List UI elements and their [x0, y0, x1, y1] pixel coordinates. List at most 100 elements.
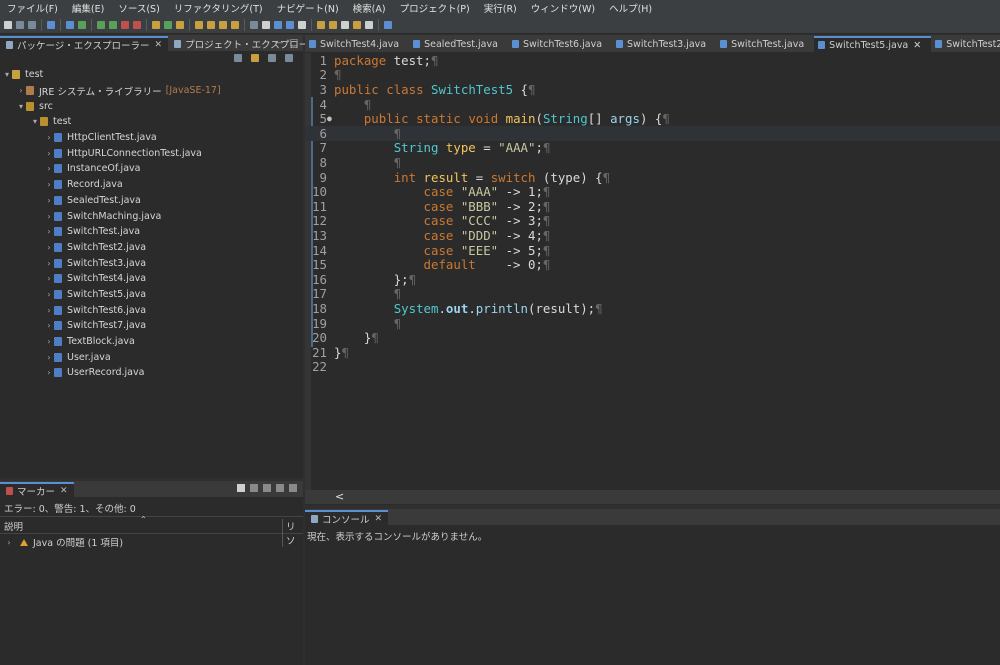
maximize-icon[interactable]: □ — [289, 38, 298, 48]
tree-item-package[interactable]: ▾ test — [0, 114, 303, 130]
new-class-icon[interactable] — [176, 20, 184, 29]
chevron-right-icon[interactable]: › — [16, 86, 26, 95]
run-icon[interactable] — [109, 20, 117, 29]
editor-tab[interactable]: SwitchTest2.java — [931, 36, 1000, 52]
code-area[interactable]: 1 package test;¶ 2 ¶ 3 public class Swit… — [305, 53, 1000, 490]
last-edit-icon[interactable] — [341, 20, 349, 29]
menu-help[interactable]: ヘルプ(H) — [602, 1, 659, 15]
tab-console[interactable]: コンソール ✕ — [305, 510, 389, 526]
save-icon[interactable] — [16, 20, 24, 29]
horizontal-scrollbar[interactable]: < — [305, 490, 1000, 504]
search-icon[interactable] — [219, 20, 227, 29]
tab-package-explorer[interactable]: パッケージ・エクスプローラー ✕ — [0, 36, 169, 52]
link-editor-icon[interactable] — [251, 54, 259, 62]
markers-row[interactable]: › Java の問題 (1 項目) — [4, 535, 123, 550]
chevron-right-icon[interactable]: › — [44, 274, 54, 283]
back-icon[interactable] — [353, 20, 361, 29]
external-tools-icon[interactable] — [133, 20, 141, 29]
tree-item-project[interactable]: ▾ test — [0, 67, 303, 83]
chevron-right-icon[interactable]: › — [44, 259, 54, 268]
chevron-right-icon[interactable]: › — [44, 133, 54, 142]
chevron-right-icon[interactable]: › — [44, 306, 54, 315]
tree-item-file[interactable]: › SwitchTest4.java — [0, 271, 303, 287]
tree-item-file[interactable]: › HttpClientTest.java — [0, 130, 303, 146]
close-icon[interactable]: ✕ — [155, 40, 163, 50]
menu-run[interactable]: 実行(R) — [477, 1, 524, 15]
close-icon[interactable]: ✕ — [60, 486, 68, 496]
perspective-icon[interactable] — [384, 20, 392, 29]
tree-item-file[interactable]: › SwitchTest7.java — [0, 318, 303, 334]
forward-icon[interactable] — [365, 20, 373, 29]
new-package-icon[interactable] — [164, 20, 172, 29]
toggle-breadcrumb-icon[interactable] — [250, 20, 258, 29]
minimize-icon[interactable]: — — [274, 38, 283, 48]
tree-item-file[interactable]: › Record.java — [0, 177, 303, 193]
menu-window[interactable]: ウィンドウ(W) — [524, 1, 602, 15]
filter-icon[interactable] — [237, 484, 245, 492]
debug-icon[interactable] — [97, 20, 105, 29]
menu-edit[interactable]: 編集(E) — [65, 1, 111, 15]
menu-file[interactable]: ファイル(F) — [0, 1, 65, 15]
chevron-right-icon[interactable]: › — [4, 538, 14, 547]
chevron-right-icon[interactable]: › — [44, 321, 54, 330]
close-icon[interactable]: ✕ — [913, 40, 921, 51]
tree-item-file[interactable]: › SealedTest.java — [0, 193, 303, 209]
column-resource[interactable]: リソ — [282, 519, 303, 547]
show-whitespace-icon[interactable] — [286, 20, 294, 29]
chevron-right-icon[interactable]: › — [44, 164, 54, 173]
open-task-icon[interactable] — [207, 20, 215, 29]
editor-tab[interactable]: SwitchTest6.java — [508, 36, 612, 52]
editor-tab[interactable]: SwitchTest4.java — [305, 36, 409, 52]
chevron-down-icon[interactable]: ▾ — [16, 102, 26, 111]
chevron-right-icon[interactable]: › — [44, 290, 54, 299]
column-description[interactable]: 説明 — [4, 519, 23, 533]
override-marker-icon[interactable]: ● — [327, 114, 334, 123]
chevron-right-icon[interactable]: › — [44, 212, 54, 221]
tab-markers[interactable]: マーカー ✕ — [0, 482, 74, 498]
chevron-right-icon[interactable]: › — [44, 243, 54, 252]
maximize-icon[interactable] — [289, 484, 297, 492]
mark-occurrences-icon[interactable] — [262, 20, 270, 29]
tree-item-src[interactable]: ▾ src — [0, 98, 303, 114]
chevron-right-icon[interactable]: › — [44, 196, 54, 205]
collapse-all-icon[interactable] — [234, 54, 242, 62]
tree-item-file[interactable]: › InstanceOf.java — [0, 161, 303, 177]
pen-icon[interactable] — [231, 20, 239, 29]
view-menu-icon[interactable] — [250, 484, 258, 492]
menu-search[interactable]: 検索(A) — [346, 1, 393, 15]
chevron-down-icon[interactable]: ▾ — [2, 70, 12, 79]
menu-navigate[interactable]: ナビゲート(N) — [270, 1, 346, 15]
save-all-icon[interactable] — [28, 20, 36, 29]
editor-tab[interactable]: SwitchTest.java — [716, 36, 814, 52]
kebab-menu-icon[interactable] — [263, 484, 271, 492]
chevron-right-icon[interactable]: › — [44, 149, 54, 158]
chevron-right-icon[interactable]: › — [44, 227, 54, 236]
editor-tab[interactable]: SwitchTest5.java ✕ — [814, 36, 932, 52]
tree-item-file[interactable]: › SwitchTest5.java — [0, 287, 303, 303]
terminal-icon[interactable] — [47, 20, 55, 29]
chevron-right-icon[interactable]: › — [44, 337, 54, 346]
menu-refactor[interactable]: リファクタリング(T) — [167, 1, 270, 15]
chevron-right-icon[interactable]: › — [44, 368, 54, 377]
chevron-right-icon[interactable]: › — [44, 180, 54, 189]
tree-item-file[interactable]: › TextBlock.java — [0, 334, 303, 350]
menu-project[interactable]: プロジェクト(P) — [393, 1, 477, 15]
editor-tab[interactable]: SwitchTest3.java — [612, 36, 716, 52]
tree-item-jre[interactable]: › JRE システム・ライブラリー [JavaSE-17] — [0, 83, 303, 99]
tree-item-file[interactable]: › HttpURLConnectionTest.java — [0, 145, 303, 161]
editor-tab[interactable]: SealedTest.java — [409, 36, 508, 52]
chevron-down-icon[interactable]: ▾ — [30, 117, 40, 126]
tree-item-file[interactable]: › SwitchMaching.java — [0, 208, 303, 224]
coverage-icon[interactable] — [121, 20, 129, 29]
toggle-block-icon[interactable] — [274, 20, 282, 29]
tree-item-file[interactable]: › SwitchTest.java — [0, 224, 303, 240]
tree-item-file[interactable]: › SwitchTest3.java — [0, 255, 303, 271]
pilcrow-icon[interactable] — [298, 20, 306, 29]
new-java-project-icon[interactable] — [152, 20, 160, 29]
tree-item-file[interactable]: › User.java — [0, 349, 303, 365]
chevron-right-icon[interactable]: › — [44, 353, 54, 362]
tree-item-file[interactable]: › SwitchTest6.java — [0, 302, 303, 318]
view-menu-icon[interactable] — [268, 54, 276, 62]
minimize-icon[interactable] — [276, 484, 284, 492]
open-type-icon[interactable] — [195, 20, 203, 29]
